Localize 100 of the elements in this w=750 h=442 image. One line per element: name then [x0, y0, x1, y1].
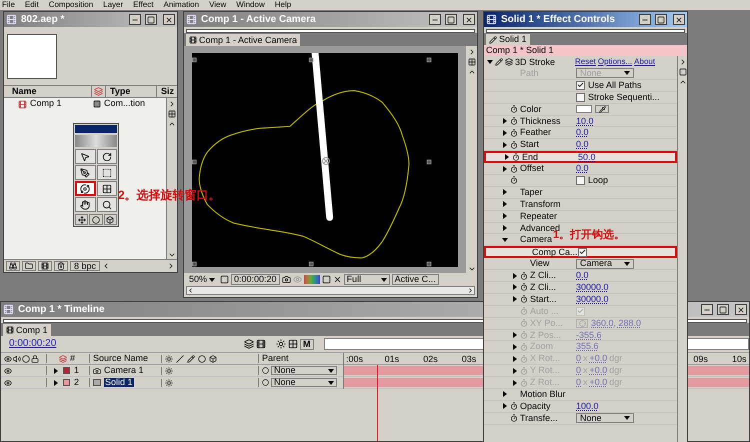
dropdown[interactable]: Camera — [576, 258, 634, 269]
current-time[interactable]: 0:00:00:20 — [9, 339, 244, 349]
view-dropdown[interactable]: Active C... — [392, 274, 439, 285]
stopwatch-icon[interactable] — [512, 153, 520, 162]
resolution-dropdown[interactable]: Full — [344, 274, 390, 285]
panel-tab[interactable]: Solid 1 — [486, 34, 530, 45]
layer-name[interactable]: Camera 1 — [104, 366, 144, 375]
item-name[interactable]: Comp 1 — [30, 97, 90, 111]
marker-button[interactable]: M — [300, 338, 314, 350]
axis-button[interactable] — [75, 214, 88, 225]
menu-item[interactable]: Animation — [163, 1, 200, 9]
parent-dropdown[interactable]: None — [271, 366, 337, 375]
value-link[interactable]: 100.0 — [576, 402, 599, 411]
timeline-tab[interactable]: Comp 1 — [3, 324, 51, 336]
tool-button[interactable] — [96, 197, 117, 212]
tool-button[interactable] — [96, 149, 117, 164]
stopwatch-icon[interactable] — [510, 140, 518, 149]
checkbox[interactable] — [576, 80, 585, 90]
checkbox[interactable] — [578, 248, 587, 257]
label-color[interactable] — [63, 367, 70, 374]
layer-handle[interactable] — [308, 57, 314, 62]
about-link[interactable]: About — [634, 58, 656, 66]
minimize-button[interactable] — [429, 14, 441, 25]
value-link[interactable]: 30000.0 — [576, 294, 609, 304]
color-swatch[interactable] — [576, 105, 592, 114]
close-button[interactable] — [463, 14, 475, 25]
menu-item[interactable]: Effect — [133, 1, 154, 9]
layer-name[interactable]: Solid 1 — [104, 378, 134, 387]
layer-handle[interactable] — [192, 159, 196, 164]
shy-switch-icon[interactable] — [165, 378, 173, 386]
tool-button[interactable] — [96, 181, 117, 196]
menu-item[interactable]: Help — [274, 1, 292, 9]
stopwatch-icon[interactable] — [510, 117, 518, 125]
value-link[interactable]: 0.0 — [576, 140, 589, 150]
menu-item[interactable]: File — [2, 1, 15, 9]
viewer-tab[interactable]: Comp 1 - Active Camera — [186, 34, 300, 46]
value-link[interactable]: 30000.0 — [576, 282, 609, 292]
stopwatch-icon[interactable] — [510, 128, 518, 137]
menu-item[interactable]: View — [209, 1, 226, 9]
axis-button[interactable] — [89, 214, 103, 225]
layer-handle[interactable] — [426, 159, 432, 164]
value-link[interactable]: 0.0 — [576, 271, 589, 280]
eyedropper-button[interactable] — [595, 105, 609, 114]
maximize-button[interactable] — [445, 14, 457, 25]
visibility-icon[interactable] — [4, 366, 12, 374]
visibility-icon[interactable] — [4, 378, 12, 386]
maximize-button[interactable] — [145, 14, 157, 25]
bit-depth-button[interactable]: 8 bpc — [70, 261, 100, 271]
value-link[interactable]: 0.0 — [576, 164, 589, 174]
layer-handle[interactable] — [308, 261, 314, 266]
layer-handle[interactable] — [192, 261, 196, 266]
close-button[interactable] — [673, 14, 685, 25]
layer-handle[interactable] — [426, 261, 432, 266]
menu-item[interactable]: Composition — [48, 1, 94, 9]
stopwatch-icon[interactable] — [510, 176, 518, 184]
column-header[interactable]: Siz — [157, 84, 174, 98]
tool-button[interactable] — [96, 165, 117, 180]
time-button[interactable]: 0:00:00:20 — [231, 274, 280, 285]
checkbox[interactable] — [576, 176, 585, 185]
tool-button[interactable] — [75, 197, 96, 212]
column-header[interactable]: Parent — [258, 354, 343, 363]
stopwatch-icon[interactable] — [520, 283, 528, 292]
column-header[interactable]: # — [70, 354, 76, 363]
tool-button[interactable] — [75, 149, 96, 164]
menu-item[interactable]: Window — [236, 1, 265, 9]
stopwatch-icon[interactable] — [510, 105, 518, 114]
close-button[interactable] — [735, 304, 747, 315]
options-link[interactable]: Options... — [598, 58, 632, 66]
parent-dropdown[interactable]: None — [271, 378, 337, 387]
tool-button[interactable] — [75, 165, 96, 180]
delete-button[interactable] — [54, 261, 68, 271]
minimize-button[interactable] — [639, 14, 651, 25]
maximize-button[interactable] — [717, 304, 729, 315]
stopwatch-icon[interactable] — [510, 414, 518, 422]
value-link[interactable]: 0.0 — [576, 128, 589, 138]
value-link[interactable]: 10.0 — [576, 116, 594, 126]
maximize-button[interactable] — [655, 14, 667, 25]
stopwatch-icon[interactable] — [520, 295, 528, 304]
axis-button[interactable] — [104, 214, 117, 225]
minimize-button[interactable] — [701, 304, 713, 315]
tool-button[interactable] — [75, 181, 96, 196]
minimize-button[interactable] — [129, 14, 141, 25]
dropdown[interactable]: None — [576, 413, 634, 424]
stopwatch-icon[interactable] — [510, 402, 518, 410]
stopwatch-icon[interactable] — [520, 272, 528, 280]
shy-switch-icon[interactable] — [165, 366, 173, 374]
value-link[interactable]: 50.0 — [578, 152, 596, 162]
layer-handle[interactable] — [192, 57, 196, 62]
reset-link[interactable]: Reset — [575, 58, 596, 66]
column-header[interactable]: Source Name — [89, 354, 161, 363]
menu-item[interactable]: Layer — [103, 1, 124, 9]
close-button[interactable] — [163, 14, 175, 25]
label-color[interactable] — [63, 379, 70, 386]
zoom-dropdown[interactable]: 50% — [186, 274, 218, 285]
new-comp-button[interactable] — [38, 261, 52, 271]
checkbox[interactable] — [576, 92, 585, 102]
find-button[interactable] — [6, 261, 20, 271]
menu-item[interactable]: Edit — [24, 1, 39, 9]
new-folder-button[interactable] — [22, 261, 36, 271]
effect-toggle-icon[interactable] — [495, 58, 503, 66]
